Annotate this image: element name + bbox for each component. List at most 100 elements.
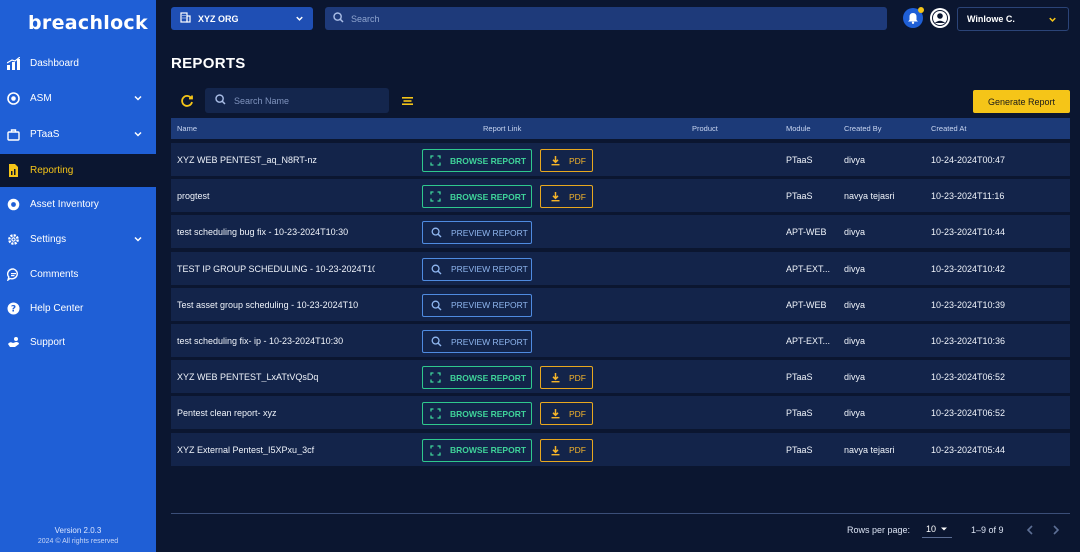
table-row: Pentest clean report- xyz BROWSE REPORT PD… — [171, 396, 1070, 430]
global-search[interactable] — [325, 7, 887, 30]
filter-icon[interactable] — [401, 95, 414, 107]
search-icon — [215, 92, 226, 110]
svg-text:?: ? — [11, 305, 16, 315]
browse-report-button[interactable]: BROWSE REPORT — [422, 402, 532, 426]
preview-report-button[interactable]: PREVIEW REPORT — [422, 293, 532, 317]
expand-icon — [430, 372, 441, 383]
search-icon — [431, 336, 442, 347]
refresh-icon[interactable] — [180, 94, 194, 108]
expand-icon — [430, 191, 441, 202]
column-header-name[interactable]: Name — [177, 124, 197, 133]
org-select[interactable]: XYZ ORG — [171, 7, 313, 30]
search-icon — [431, 227, 442, 238]
report-name[interactable]: Test asset group scheduling - 10-23-2024… — [177, 300, 375, 310]
sidebar-item-help-center[interactable]: ? Help Center — [0, 292, 156, 325]
table-row: test scheduling fix- ip - 10-23-2024T10:… — [171, 324, 1070, 357]
report-module: APT-EXT... — [786, 263, 831, 274]
notifications-button[interactable] — [903, 7, 924, 28]
bar-chart-icon — [7, 57, 20, 70]
report-module: PTaaS — [786, 191, 813, 202]
report-module: PTaaS — [786, 372, 813, 383]
report-name[interactable]: progtest — [177, 191, 375, 201]
report-created-at: 10-23-2024T10:42 — [931, 263, 1006, 274]
report-name[interactable]: XYZ WEB PENTEST_LxATtVQsDq — [177, 372, 375, 382]
report-icon — [7, 164, 20, 177]
pagination-range: 1–9 of 9 — [971, 525, 1004, 535]
chevron-down-icon — [134, 131, 142, 137]
next-page-icon[interactable] — [1050, 523, 1062, 537]
avatar[interactable] — [930, 8, 950, 28]
sidebar-item-label: PTaaS — [30, 129, 60, 140]
report-name[interactable]: test scheduling fix- ip - 10-23-2024T10:… — [177, 336, 375, 346]
column-header-module[interactable]: Module — [786, 124, 811, 133]
sidebar-item-settings[interactable]: Settings — [0, 223, 156, 256]
sidebar-item-label: Asset Inventory — [30, 199, 99, 210]
sidebar-item-reporting[interactable]: Reporting — [0, 154, 156, 187]
sidebar-item-label: Settings — [30, 234, 67, 245]
chevron-down-icon — [134, 95, 142, 101]
report-created-at: 10-23-2024T10:39 — [931, 299, 1006, 310]
chevron-down-icon — [296, 16, 303, 21]
report-created-at: 10-23-2024T06:52 — [931, 408, 1006, 419]
user-menu[interactable]: Winlowe C. — [957, 7, 1069, 31]
browse-report-label: BROWSE REPORT — [450, 372, 527, 383]
sidebar-item-ptaas[interactable]: PTaaS — [0, 118, 156, 151]
browse-report-label: BROWSE REPORT — [450, 445, 527, 456]
browse-report-button[interactable]: BROWSE REPORT — [422, 185, 532, 209]
download-pdf-button[interactable]: PDF — [540, 438, 593, 462]
report-search[interactable] — [205, 88, 389, 113]
bell-icon — [908, 13, 918, 24]
app-logo[interactable]: breachlock — [28, 12, 148, 34]
comment-icon — [7, 268, 20, 281]
report-name[interactable]: XYZ External Pentest_I5XPxu_3cf — [177, 445, 375, 455]
report-created-at: 10-23-2024T10:44 — [931, 227, 1006, 238]
download-pdf-button[interactable]: PDF — [540, 185, 593, 209]
report-name[interactable]: XYZ WEB PENTEST_aq_N8RT-nz — [177, 155, 375, 165]
preview-report-button[interactable]: PREVIEW REPORT — [422, 257, 532, 281]
download-pdf-button[interactable]: PDF — [540, 149, 593, 172]
sidebar-item-dashboard[interactable]: Dashboard — [0, 47, 156, 80]
report-created-by: divya — [844, 299, 866, 310]
download-pdf-button[interactable]: PDF — [540, 366, 593, 390]
table-footer-divider — [171, 513, 1070, 514]
report-name[interactable]: TEST IP GROUP SCHEDULING - 10-23-2024T10… — [177, 264, 375, 274]
chevron-down-icon — [1049, 17, 1056, 22]
sidebar-item-support[interactable]: Support — [0, 326, 156, 359]
report-name[interactable]: test scheduling bug fix - 10-23-2024T10:… — [177, 227, 375, 237]
report-created-at: 10-23-2024T10:36 — [931, 336, 1006, 346]
report-created-by: navya tejasri — [844, 444, 895, 455]
sidebar-item-asm[interactable]: ASM — [0, 82, 156, 115]
notification-badge — [918, 7, 924, 13]
sidebar-item-label: Help Center — [30, 303, 84, 314]
preview-report-button[interactable]: PREVIEW REPORT — [422, 221, 532, 245]
browse-report-button[interactable]: BROWSE REPORT — [422, 149, 532, 172]
help-icon: ? — [7, 302, 20, 315]
previous-page-icon[interactable] — [1024, 523, 1036, 537]
browse-report-button[interactable]: BROWSE REPORT — [422, 438, 532, 462]
sidebar-item-comments[interactable]: Comments — [0, 258, 156, 291]
download-icon — [550, 155, 561, 166]
sidebar-item-label: ASM — [30, 93, 52, 104]
download-pdf-button[interactable]: PDF — [540, 402, 593, 426]
column-header-created-at[interactable]: Created At — [931, 124, 966, 133]
browse-report-button[interactable]: BROWSE REPORT — [422, 366, 532, 390]
report-search-input[interactable] — [234, 95, 384, 106]
global-search-input[interactable] — [351, 13, 851, 24]
report-module: PTaaS — [786, 155, 813, 165]
generate-report-button[interactable]: Generate Report — [973, 90, 1070, 113]
rows-per-page-select[interactable]: 10 — [922, 521, 952, 538]
column-header-created-by[interactable]: Created By — [844, 124, 882, 133]
report-module: PTaaS — [786, 444, 813, 455]
report-created-by: divya — [844, 336, 866, 346]
sidebar-item-label: Dashboard — [30, 58, 79, 69]
sidebar-item-label: Support — [30, 337, 66, 348]
preview-report-button[interactable]: PREVIEW REPORT — [422, 330, 532, 353]
sidebar-item-label: Comments — [30, 269, 79, 280]
report-name[interactable]: Pentest clean report- xyz — [177, 408, 375, 418]
expand-icon — [430, 408, 441, 420]
sidebar-item-label: Reporting — [30, 165, 74, 176]
column-header-product[interactable]: Product — [692, 124, 718, 133]
download-icon — [550, 372, 561, 383]
table-row: progtest BROWSE REPORT PDF PTaaS navya tejas… — [171, 179, 1070, 213]
sidebar-item-asset-inventory[interactable]: Asset Inventory — [0, 188, 156, 221]
